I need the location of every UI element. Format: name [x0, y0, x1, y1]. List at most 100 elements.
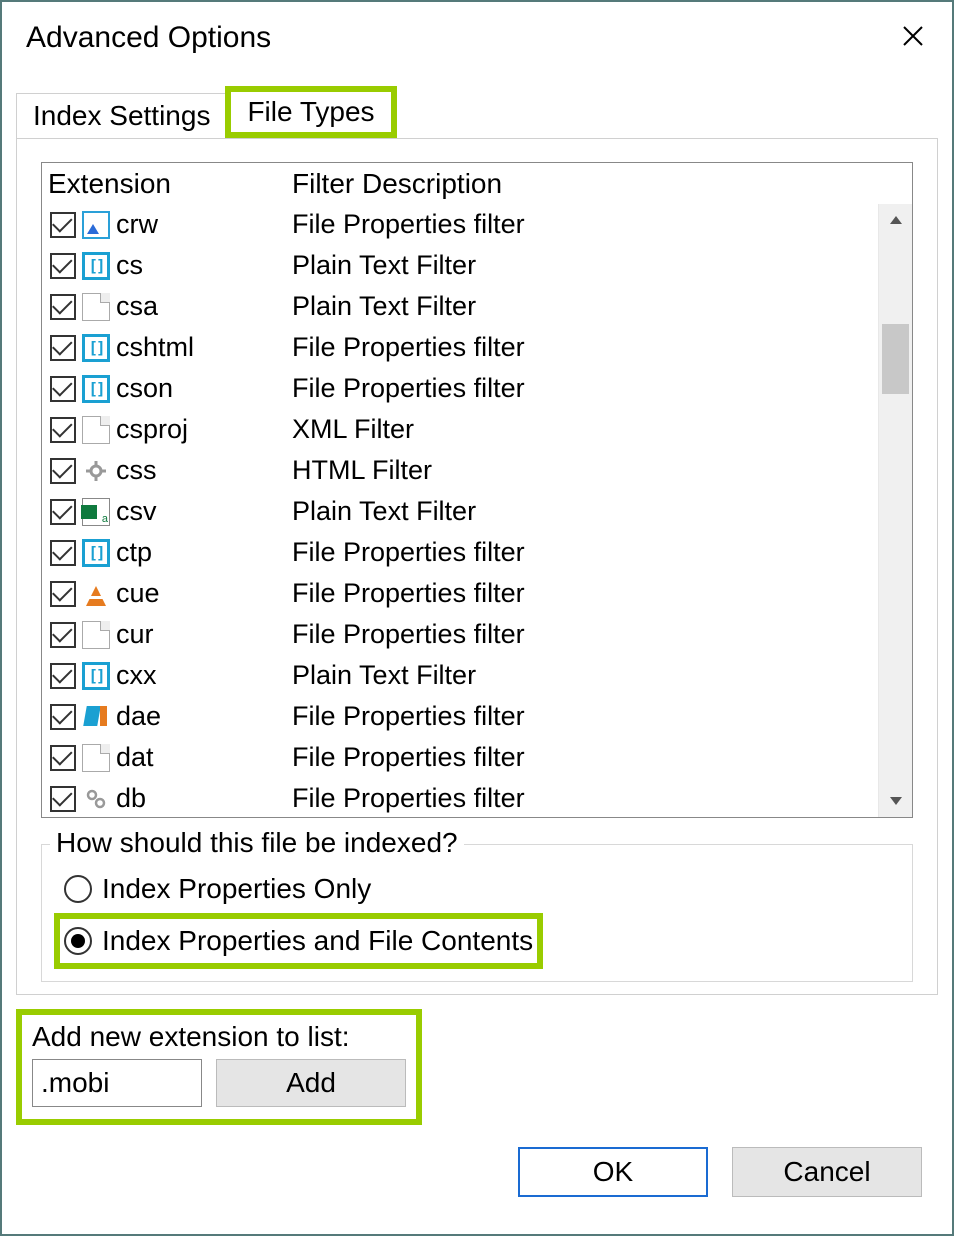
checkbox-icon[interactable]	[50, 335, 76, 361]
file-type-row[interactable]: [] cson File Properties filter	[42, 368, 878, 409]
generic-file-icon	[82, 744, 110, 772]
checkbox-icon[interactable]	[50, 745, 76, 771]
add-extension-section: Add new extension to list: Add	[16, 1009, 422, 1125]
file-type-row[interactable]: [] ctp File Properties filter	[42, 532, 878, 573]
file-type-list: Extension Filter Description crw File Pr…	[41, 162, 913, 818]
scroll-up-icon[interactable]	[879, 204, 912, 236]
col-extension[interactable]: Extension	[48, 168, 171, 200]
file-type-row[interactable]: csa Plain Text Filter	[42, 286, 878, 327]
extension-text: dat	[116, 742, 154, 773]
scroll-down-icon[interactable]	[879, 785, 912, 817]
extension-input[interactable]	[32, 1059, 202, 1107]
tab-file-types[interactable]: File Types	[225, 86, 396, 138]
checkbox-icon[interactable]	[50, 663, 76, 689]
code-file-icon: []	[82, 252, 110, 280]
checkbox-icon[interactable]	[50, 458, 76, 484]
checkbox-icon[interactable]	[50, 540, 76, 566]
filter-desc-text: Plain Text Filter	[292, 496, 476, 526]
checkbox-icon[interactable]	[50, 581, 76, 607]
file-type-row[interactable]: [] cshtml File Properties filter	[42, 327, 878, 368]
tab-panel: Extension Filter Description crw File Pr…	[16, 138, 938, 995]
extension-text: cur	[116, 619, 154, 650]
radio-icon	[64, 927, 92, 955]
ok-button[interactable]: OK	[518, 1147, 708, 1197]
extension-text: ctp	[116, 537, 152, 568]
checkbox-icon[interactable]	[50, 622, 76, 648]
extension-text: csa	[116, 291, 158, 322]
checkbox-icon[interactable]	[50, 294, 76, 320]
dae-file-icon	[82, 703, 110, 731]
scrollbar[interactable]	[878, 204, 912, 817]
generic-file-icon	[82, 293, 110, 321]
extension-text: cs	[116, 250, 143, 281]
extension-text: csv	[116, 496, 157, 527]
file-type-row[interactable]: crw File Properties filter	[42, 204, 878, 245]
col-filter-description[interactable]: Filter Description	[292, 168, 502, 199]
gear-file-icon	[82, 457, 110, 485]
extension-text: db	[116, 783, 146, 814]
add-extension-label: Add new extension to list:	[32, 1021, 406, 1053]
filter-desc-text: File Properties filter	[292, 332, 525, 362]
filter-desc-text: File Properties filter	[292, 537, 525, 567]
tab-label: Index Settings	[33, 100, 210, 131]
file-type-row[interactable]: cur File Properties filter	[42, 614, 878, 655]
checkbox-icon[interactable]	[50, 417, 76, 443]
filter-desc-text: Plain Text Filter	[292, 250, 476, 280]
scroll-thumb[interactable]	[882, 324, 909, 394]
filter-desc-text: File Properties filter	[292, 742, 525, 772]
filter-desc-text: File Properties filter	[292, 578, 525, 608]
checkbox-icon[interactable]	[50, 212, 76, 238]
window-title: Advanced Options	[26, 21, 271, 55]
file-type-row[interactable]: [] cxx Plain Text Filter	[42, 655, 878, 696]
extension-text: crw	[116, 209, 158, 240]
file-type-row[interactable]: cue File Properties filter	[42, 573, 878, 614]
cancel-button[interactable]: Cancel	[732, 1147, 922, 1197]
filter-desc-text: XML Filter	[292, 414, 414, 444]
file-type-row[interactable]: dat File Properties filter	[42, 737, 878, 778]
gears-file-icon	[82, 785, 110, 813]
indexing-legend: How should this file be indexed?	[50, 827, 464, 859]
code-file-icon: []	[82, 375, 110, 403]
extension-text: cue	[116, 578, 160, 609]
list-header: Extension Filter Description	[42, 163, 912, 204]
close-icon[interactable]	[894, 19, 932, 57]
code-file-icon: []	[82, 662, 110, 690]
checkbox-icon[interactable]	[50, 376, 76, 402]
extension-text: cxx	[116, 660, 157, 691]
filter-desc-text: File Properties filter	[292, 701, 525, 731]
tab-label: File Types	[247, 96, 374, 127]
vlc-file-icon	[82, 580, 110, 608]
file-type-row[interactable]: db File Properties filter	[42, 778, 878, 817]
checkbox-icon[interactable]	[50, 704, 76, 730]
generic-file-icon	[82, 416, 110, 444]
code-file-icon: []	[82, 539, 110, 567]
extension-text: cson	[116, 373, 173, 404]
radio-properties-only[interactable]: Index Properties Only	[60, 867, 894, 911]
filter-desc-text: HTML Filter	[292, 455, 432, 485]
checkbox-icon[interactable]	[50, 499, 76, 525]
filter-desc-text: Plain Text Filter	[292, 291, 476, 321]
generic-file-icon	[82, 621, 110, 649]
radio-properties-and-contents[interactable]: Index Properties and File Contents	[60, 919, 537, 963]
add-button[interactable]: Add	[216, 1059, 406, 1107]
file-type-row[interactable]: css HTML Filter	[42, 450, 878, 491]
filter-desc-text: Plain Text Filter	[292, 660, 476, 690]
checkbox-icon[interactable]	[50, 253, 76, 279]
code-file-icon: []	[82, 334, 110, 362]
extension-text: csproj	[116, 414, 188, 445]
file-type-row[interactable]: csproj XML Filter	[42, 409, 878, 450]
extension-text: cshtml	[116, 332, 194, 363]
file-type-row[interactable]: csv Plain Text Filter	[42, 491, 878, 532]
filter-desc-text: File Properties filter	[292, 619, 525, 649]
filter-desc-text: File Properties filter	[292, 373, 525, 403]
image-file-icon	[82, 211, 110, 239]
indexing-group: How should this file be indexed? Index P…	[41, 844, 913, 982]
checkbox-icon[interactable]	[50, 786, 76, 812]
file-type-row[interactable]: [] cs Plain Text Filter	[42, 245, 878, 286]
extension-text: dae	[116, 701, 161, 732]
radio-icon	[64, 875, 92, 903]
file-type-row[interactable]: dae File Properties filter	[42, 696, 878, 737]
filter-desc-text: File Properties filter	[292, 209, 525, 239]
filter-desc-text: File Properties filter	[292, 783, 525, 813]
tab-index-settings[interactable]: Index Settings	[16, 93, 227, 138]
